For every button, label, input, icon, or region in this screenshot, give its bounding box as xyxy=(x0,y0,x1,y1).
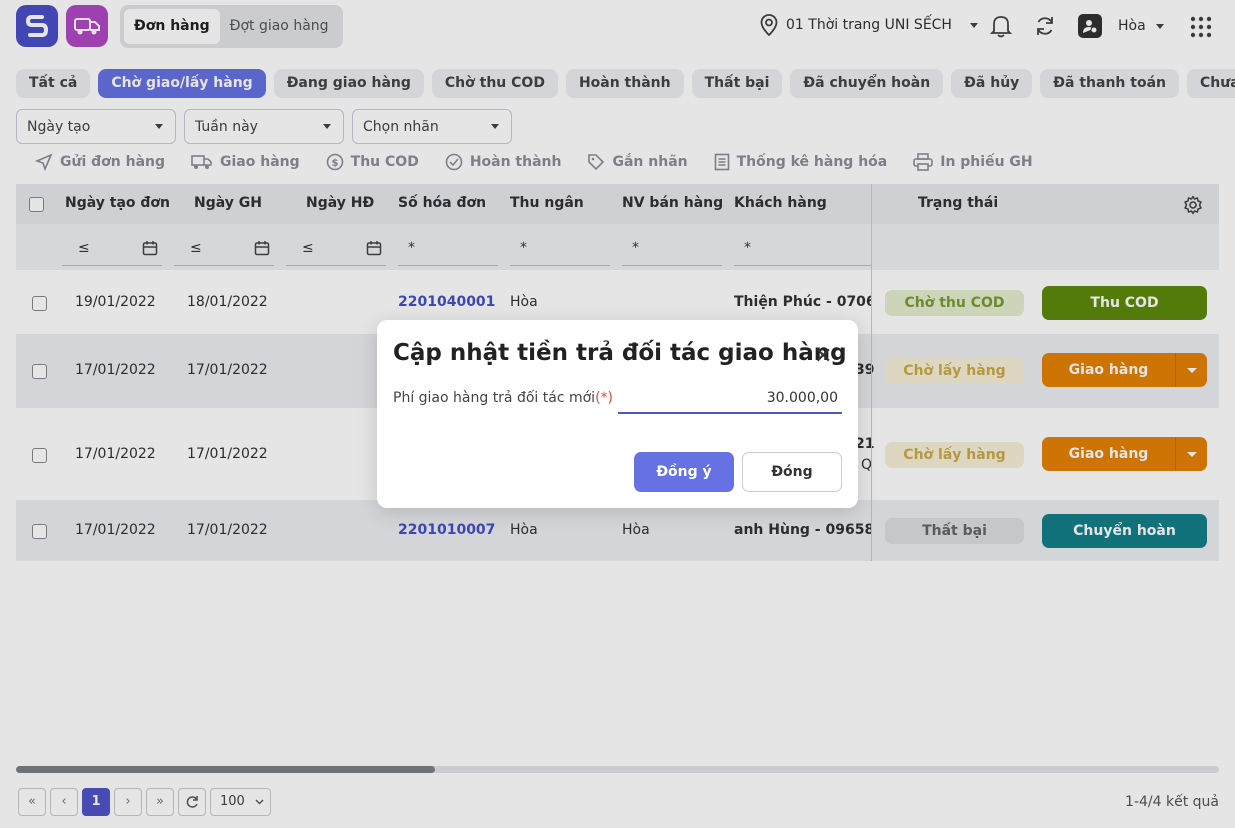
close-icon[interactable]: ✕ xyxy=(814,344,832,369)
shipping-fee-label: Phí giao hàng trả đối tác mới(*) xyxy=(393,390,613,406)
update-shipping-fee-dialog: Cập nhật tiền trả đối tác giao hàng ✕ Ph… xyxy=(377,320,858,508)
dialog-title: Cập nhật tiền trả đối tác giao hàng xyxy=(393,340,847,366)
app-root: Đơn hàng Đợt giao hàng 01 Thời trang UNI… xyxy=(0,0,1235,828)
shipping-fee-input[interactable] xyxy=(618,384,842,414)
close-button[interactable]: Đóng xyxy=(742,452,842,492)
shipping-fee-label-text: Phí giao hàng trả đối tác mới xyxy=(393,390,596,406)
confirm-button[interactable]: Đồng ý xyxy=(634,452,734,492)
required-mark: (*) xyxy=(595,390,614,406)
